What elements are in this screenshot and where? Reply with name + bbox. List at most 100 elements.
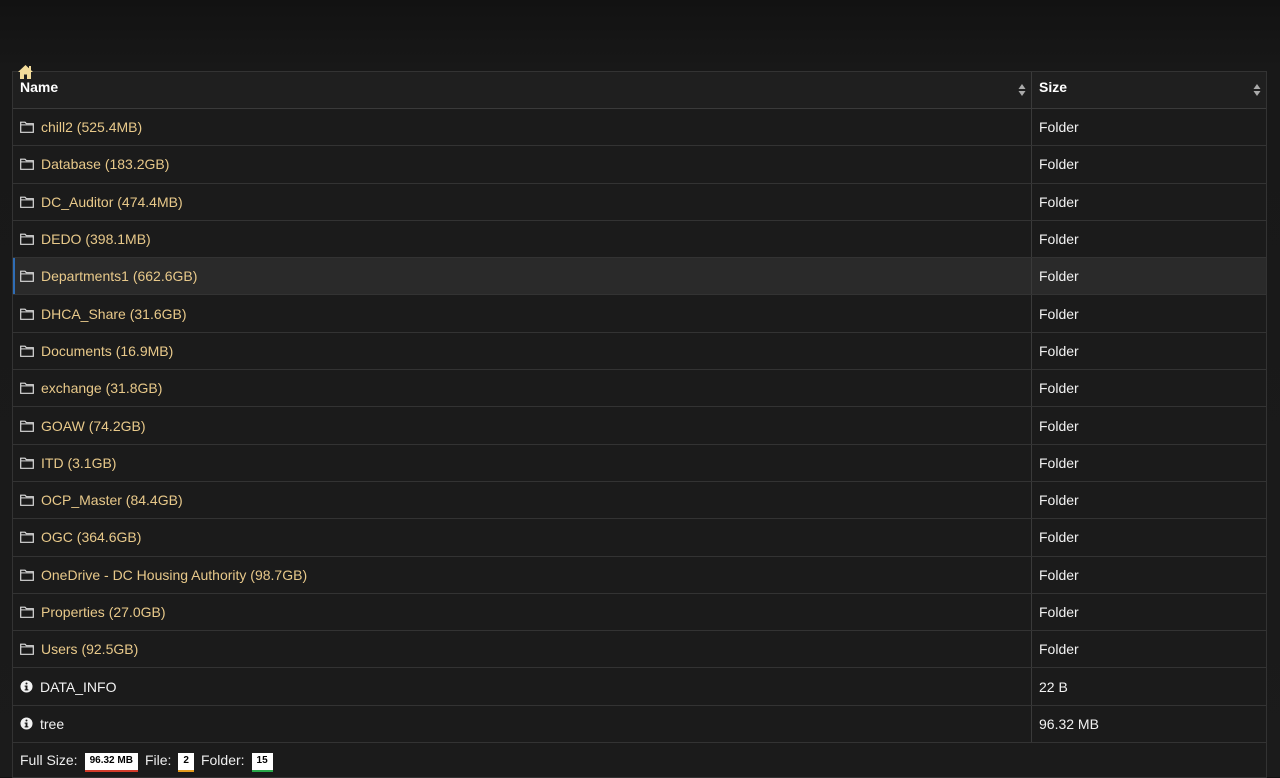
size-cell: Folder	[1039, 529, 1079, 546]
size-cell: Folder	[1039, 268, 1079, 285]
name-cell[interactable]: GOAW (74.2GB)	[13, 407, 1032, 444]
folder-row[interactable]: DEDO (398.1MB) Folder	[13, 220, 1266, 259]
folder-icon	[20, 420, 41, 432]
folder-link[interactable]: ITD (3.1GB)	[41, 455, 116, 471]
sort-icon[interactable]	[1253, 83, 1261, 97]
name-cell[interactable]: ITD (3.1GB)	[13, 444, 1032, 481]
table-body: chill2 (525.4MB) Folder Database (183.2GB)…	[13, 109, 1266, 744]
name-cell[interactable]: Documents (16.9MB)	[13, 332, 1032, 370]
folder-icon	[20, 345, 41, 357]
folder-row[interactable]: Departments1 (662.6GB) Folder	[13, 258, 1266, 296]
size-column-header[interactable]: Size	[1032, 72, 1266, 108]
name-column-header[interactable]: Name	[13, 72, 1032, 108]
file-row[interactable]: tree 96.32 MB	[13, 705, 1266, 744]
folder-row[interactable]: chill2 (525.4MB) Folder	[13, 109, 1266, 147]
size-cell: 96.32 MB	[1039, 715, 1099, 732]
folder-link[interactable]: Database (183.2GB)	[41, 156, 169, 172]
size-cell: Folder	[1039, 231, 1079, 248]
home-icon[interactable]	[17, 64, 34, 80]
folder-link[interactable]: chill2 (525.4MB)	[41, 119, 142, 135]
size-cell: Folder	[1039, 641, 1079, 658]
folder-icon	[20, 606, 41, 618]
table-header: Name Size	[13, 72, 1266, 109]
name-cell[interactable]: tree	[13, 705, 1032, 743]
folder-count-badge: 15	[251, 752, 273, 772]
folder-row[interactable]: Database (183.2GB) Folder	[13, 146, 1266, 184]
name-cell[interactable]: DC_Auditor (474.4MB)	[13, 183, 1032, 220]
name-cell[interactable]: OneDrive - DC Housing Authority (98.7GB)	[13, 556, 1032, 593]
folder-link[interactable]: exchange (31.8GB)	[41, 380, 162, 396]
folder-link[interactable]: GOAW (74.2GB)	[41, 418, 146, 434]
folder-icon	[20, 233, 41, 245]
size-cell: Folder	[1039, 342, 1079, 359]
size-cell: Folder	[1039, 156, 1079, 173]
folder-icon	[20, 121, 41, 134]
name-cell[interactable]: DEDO (398.1MB)	[13, 220, 1032, 258]
file-link[interactable]: DATA_INFO	[40, 679, 117, 695]
file-count-badge: 2	[178, 752, 194, 772]
name-cell[interactable]: Database (183.2GB)	[13, 146, 1032, 183]
size-cell: Folder	[1039, 380, 1079, 397]
name-cell[interactable]: DATA_INFO	[13, 668, 1032, 705]
folder-row[interactable]: OCP_Master (84.4GB) Folder	[13, 481, 1266, 520]
size-header-label: Size	[1039, 79, 1068, 95]
file-label: File:	[144, 752, 172, 769]
folder-row[interactable]: OneDrive - DC Housing Authority (98.7GB)…	[13, 556, 1266, 594]
folder-icon	[20, 569, 41, 581]
name-cell[interactable]: Departments1 (662.6GB)	[13, 258, 1032, 295]
size-cell: Folder	[1039, 119, 1079, 136]
table-footer: Full Size: 96.32 MB File: 2 Folder: 15	[13, 743, 1266, 777]
folder-row[interactable]: exchange (31.8GB) Folder	[13, 370, 1266, 408]
folder-link[interactable]: Users (92.5GB)	[41, 641, 138, 657]
folder-link[interactable]: OneDrive - DC Housing Authority (98.7GB)	[41, 567, 307, 583]
folder-row[interactable]: DC_Auditor (474.4MB) Folder	[13, 183, 1266, 221]
folder-row[interactable]: Users (92.5GB) Folder	[13, 631, 1266, 669]
folder-link[interactable]: Properties (27.0GB)	[41, 604, 166, 620]
folder-icon	[20, 158, 41, 171]
name-cell[interactable]: OCP_Master (84.4GB)	[13, 481, 1032, 519]
folder-icon	[20, 308, 41, 320]
size-cell: Folder	[1039, 193, 1079, 210]
folder-link[interactable]: DC_Auditor (474.4MB)	[41, 194, 183, 210]
folder-link[interactable]: OGC (364.6GB)	[41, 529, 141, 545]
folder-link[interactable]: DHCA_Share (31.6GB)	[41, 306, 187, 322]
folder-row[interactable]: GOAW (74.2GB) Folder	[13, 407, 1266, 445]
folder-icon	[20, 457, 41, 469]
size-cell: Folder	[1039, 454, 1079, 471]
name-header-label: Name	[20, 79, 59, 95]
file-row[interactable]: DATA_INFO 22 B	[13, 668, 1266, 706]
folder-icon	[20, 382, 41, 395]
folder-row[interactable]: OGC (364.6GB) Folder	[13, 519, 1266, 557]
folder-row[interactable]: ITD (3.1GB) Folder	[13, 444, 1266, 482]
info-icon	[20, 717, 40, 730]
folder-row[interactable]: Documents (16.9MB) Folder	[13, 332, 1266, 371]
folder-icon	[20, 494, 41, 507]
name-cell[interactable]: Properties (27.0GB)	[13, 593, 1032, 631]
file-table: Name Size chill2 (525.4MB) Folder Database…	[12, 71, 1267, 778]
size-cell: Folder	[1039, 492, 1079, 509]
folder-link[interactable]: Documents (16.9MB)	[41, 343, 173, 359]
folder-link[interactable]: DEDO (398.1MB)	[41, 231, 151, 247]
name-cell[interactable]: DHCA_Share (31.6GB)	[13, 295, 1032, 332]
name-cell[interactable]: Users (92.5GB)	[13, 631, 1032, 668]
folder-icon	[20, 531, 41, 544]
size-cell: Folder	[1039, 305, 1079, 322]
size-cell: 22 B	[1039, 678, 1068, 695]
name-cell[interactable]: OGC (364.6GB)	[13, 519, 1032, 556]
folder-row[interactable]: DHCA_Share (31.6GB) Folder	[13, 295, 1266, 333]
folder-icon	[20, 270, 41, 283]
name-cell[interactable]: exchange (31.8GB)	[13, 370, 1032, 407]
folder-link[interactable]: Departments1 (662.6GB)	[41, 268, 197, 284]
size-cell: Folder	[1039, 566, 1079, 583]
info-icon	[20, 680, 40, 693]
name-cell[interactable]: chill2 (525.4MB)	[13, 109, 1032, 146]
full-size-badge: 96.32 MB	[84, 752, 138, 772]
folder-icon	[20, 643, 41, 656]
file-link[interactable]: tree	[40, 716, 64, 732]
folder-icon	[20, 196, 41, 208]
folder-link[interactable]: OCP_Master (84.4GB)	[41, 492, 183, 508]
folder-row[interactable]: Properties (27.0GB) Folder	[13, 593, 1266, 632]
full-size-label: Full Size:	[20, 752, 78, 769]
sort-icon[interactable]	[1018, 83, 1026, 97]
size-cell: Folder	[1039, 604, 1079, 620]
